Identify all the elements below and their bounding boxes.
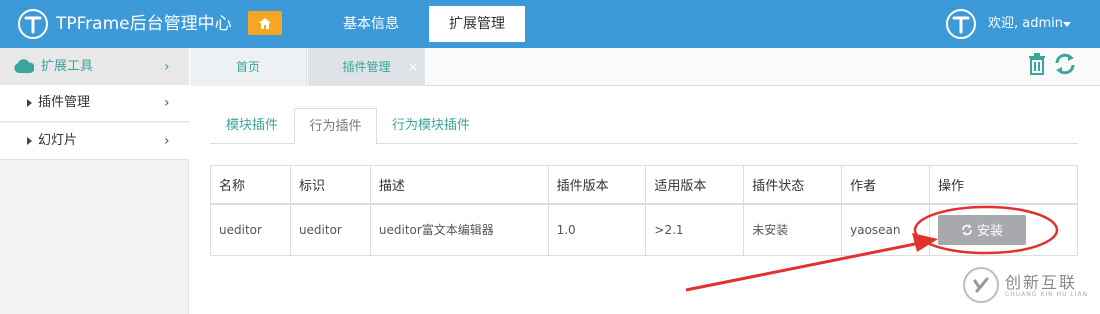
install-button-label: 安装 [977, 224, 1004, 240]
table-row: ueditor ueditor ueditor富文本编辑器 1.0 >2.1 未… [210, 203, 1078, 256]
tab-module-plugins[interactable]: 模块插件 [210, 108, 294, 144]
user-greeting[interactable]: 欢迎, admin [988, 14, 1063, 34]
sidebar-item-label: 插件管理 [38, 95, 91, 110]
watermark-subtitle: CHUANG XIN HU LIAN [1005, 291, 1089, 298]
sidebar-group-extension-tools[interactable]: 扩展工具 › [0, 48, 189, 85]
chevron-right-icon: › [164, 59, 170, 75]
tab-behavior-plugins[interactable]: 行为插件 [294, 108, 377, 145]
top-navbar: TPFrame后台管理中心 基本信息 扩展管理 欢迎, admin [0, 0, 1100, 48]
caret-right-icon [27, 99, 32, 107]
page-tabs-bar: 首页 插件管理 × [190, 48, 1100, 86]
column-header: 适用版本 [645, 165, 745, 205]
chevron-right-icon: › [164, 95, 170, 111]
tab-plugin-management[interactable]: 插件管理 × [308, 48, 425, 86]
chevron-right-icon: › [164, 133, 170, 149]
home-button[interactable] [248, 11, 282, 35]
cell-name: ueditor [210, 203, 291, 256]
brand-title: TPFrame后台管理中心 [56, 14, 232, 34]
install-button[interactable]: 安装 [938, 214, 1027, 245]
column-header: 作者 [841, 165, 931, 205]
table-header-row: 名称 标识 描述 插件版本 适用版本 插件状态 作者 操作 [210, 165, 1078, 205]
column-header: 插件状态 [743, 165, 843, 205]
sidebar-item-label: 幻灯片 [38, 133, 78, 148]
tab-home[interactable]: 首页 [190, 48, 307, 86]
column-header: 名称 [210, 165, 291, 205]
column-header: 描述 [369, 165, 549, 205]
sidebar-group-label: 扩展工具 [41, 59, 94, 74]
cell-description: ueditor富文本编辑器 [369, 203, 549, 256]
caret-down-icon[interactable] [1063, 22, 1071, 27]
tab-behavior-module-plugins[interactable]: 行为模块插件 [381, 108, 481, 144]
caret-right-icon [27, 137, 32, 145]
cell-author: yaosean [841, 203, 931, 256]
cell-compatible-version: >2.1 [645, 203, 745, 256]
nav-basic-info[interactable]: 基本信息 [330, 6, 412, 42]
logo-icon [18, 9, 48, 39]
plugin-type-tabs: 模块插件 行为插件 行为模块插件 [210, 108, 1078, 145]
watermark-logo-icon [963, 267, 999, 303]
refresh-icon [962, 224, 972, 236]
user-avatar[interactable] [946, 9, 976, 39]
sidebar-item-plugin-management[interactable]: 插件管理 › [0, 85, 189, 122]
column-header: 插件版本 [547, 165, 647, 205]
column-header: 操作 [929, 165, 1078, 205]
cell-status: 未安装 [743, 203, 843, 256]
sidebar: 扩展工具 › 插件管理 › 幻灯片 › [0, 48, 189, 314]
nav-extension-management[interactable]: 扩展管理 [429, 6, 525, 42]
column-header: 标识 [289, 165, 371, 205]
cell-plugin-version: 1.0 [547, 203, 647, 256]
trash-icon[interactable] [1028, 53, 1046, 75]
home-icon [259, 17, 271, 29]
watermark: 创新互联 CHUANG XIN HU LIAN [963, 267, 1093, 307]
cell-identifier: ueditor [289, 203, 371, 256]
watermark-title: 创新互联 [1005, 273, 1078, 292]
cloud-icon [14, 59, 34, 73]
cell-actions: 安装 [929, 203, 1078, 256]
sidebar-item-slideshow[interactable]: 幻灯片 › [0, 123, 189, 160]
close-icon[interactable]: × [408, 48, 418, 86]
tab-label: 插件管理 [342, 60, 391, 74]
plugins-table: 名称 标识 描述 插件版本 适用版本 插件状态 作者 操作 ueditor ue… [210, 165, 1078, 256]
refresh-icon[interactable] [1053, 53, 1077, 75]
